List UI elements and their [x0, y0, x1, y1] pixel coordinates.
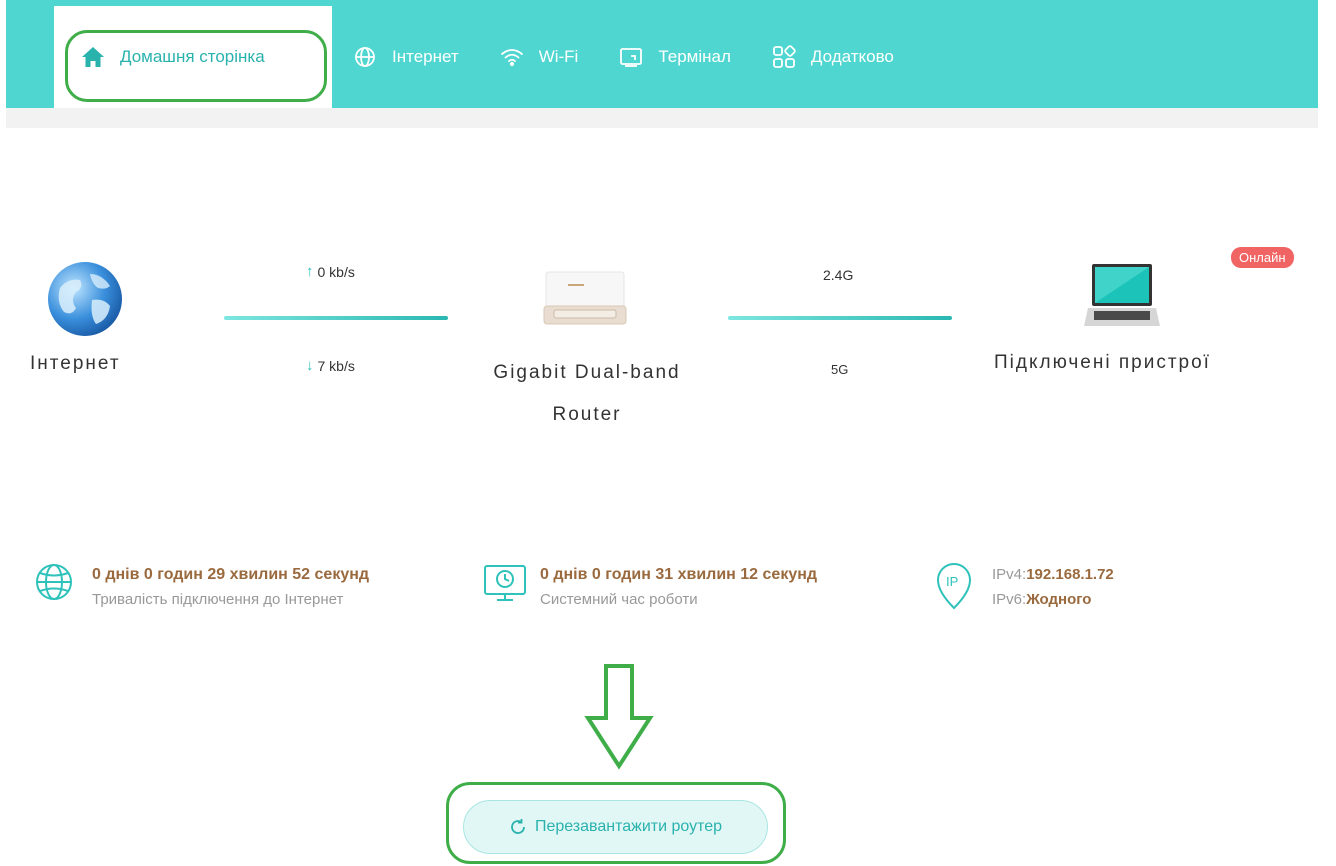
globe-icon: [352, 44, 378, 70]
ip-pin-icon: IP: [934, 562, 992, 615]
ipv4-label: IPv4:: [992, 566, 1027, 583]
svg-text:IP: IP: [946, 574, 958, 589]
internet-label: Інтернет: [30, 353, 121, 374]
ipv4-value: 192.168.1.72: [1026, 566, 1114, 583]
ipv6-value: Жодного: [1026, 591, 1092, 608]
ip-address-block: IP IPv4:192.168.1.72 IPv6:Жодного: [934, 562, 1234, 615]
system-uptime-block: 0 днів 0 годин 31 хвилин 12 секунд Систе…: [482, 562, 842, 612]
internet-router-link: [224, 316, 448, 320]
system-uptime-value: 0 днів 0 годин 31 хвилин 12 секунд: [540, 566, 818, 583]
connection-duration-value: 0 днів 0 годин 29 хвилин 52 секунд: [92, 566, 370, 583]
upload-rate-value: 0 kb/s: [317, 263, 355, 280]
connection-duration-block: 0 днів 0 годин 29 хвилин 52 секунд Трива…: [34, 562, 394, 612]
annotation-arrow-icon: [584, 662, 654, 770]
main-nav: Домашня сторінка Інтернет Wi-Fi Термінал…: [54, 6, 914, 108]
tab-wifi[interactable]: Wi-Fi: [479, 6, 599, 108]
ipv6-row: IPv6:Жодного: [992, 587, 1114, 612]
globe-outline-icon: [34, 562, 92, 612]
connected-devices-label[interactable]: Підключені пристрої: [994, 352, 1211, 374]
internet-globe-icon: [46, 260, 124, 338]
ipv4-row: IPv4:192.168.1.72: [992, 562, 1114, 587]
apps-icon: [771, 44, 797, 70]
band-24g: 2.4G: [823, 267, 854, 283]
tab-wifi-label: Wi-Fi: [538, 47, 579, 66]
sub-nav-bar: [6, 108, 1318, 128]
tab-internet-label: Інтернет: [392, 47, 459, 66]
refresh-icon: [509, 818, 527, 836]
router-devices-link: [728, 316, 952, 320]
band-5g: 5G: [831, 362, 849, 377]
router-label: Gigabit Dual-band Router: [493, 362, 681, 425]
reboot-router-label: Перезавантажити роутер: [534, 818, 723, 835]
connection-duration-label: Тривалість підключення до Інтернет: [92, 591, 344, 608]
system-uptime-label: Системний час роботи: [540, 591, 698, 608]
arrow-up-icon: ↑: [306, 263, 314, 280]
reboot-router-button[interactable]: Перезавантажити роутер: [463, 800, 768, 854]
tab-terminal[interactable]: Термінал: [598, 6, 751, 108]
tab-advanced-label: Додатково: [810, 47, 894, 66]
online-status-badge: Онлайн: [1231, 247, 1294, 268]
upload-rate: ↑ 0 kb/s: [306, 263, 355, 280]
router-icon: [538, 268, 632, 328]
wifi-icon: [499, 44, 525, 70]
tab-home-label: Домашня сторінка: [120, 47, 265, 66]
home-icon: [80, 44, 106, 70]
download-rate: ↓ 7 kb/s: [306, 357, 355, 374]
tab-internet[interactable]: Інтернет: [332, 6, 479, 108]
ipv6-label: IPv6:: [992, 591, 1027, 608]
clock-monitor-icon: [482, 562, 540, 612]
laptop-icon[interactable]: [1084, 260, 1160, 336]
arrow-down-icon: ↓: [306, 357, 314, 374]
tab-home[interactable]: Домашня сторінка: [54, 6, 332, 108]
tab-advanced[interactable]: Додатково: [751, 6, 914, 108]
terminal-icon: [618, 44, 644, 70]
download-rate-value: 7 kb/s: [317, 357, 355, 374]
tab-terminal-label: Термінал: [658, 47, 731, 66]
